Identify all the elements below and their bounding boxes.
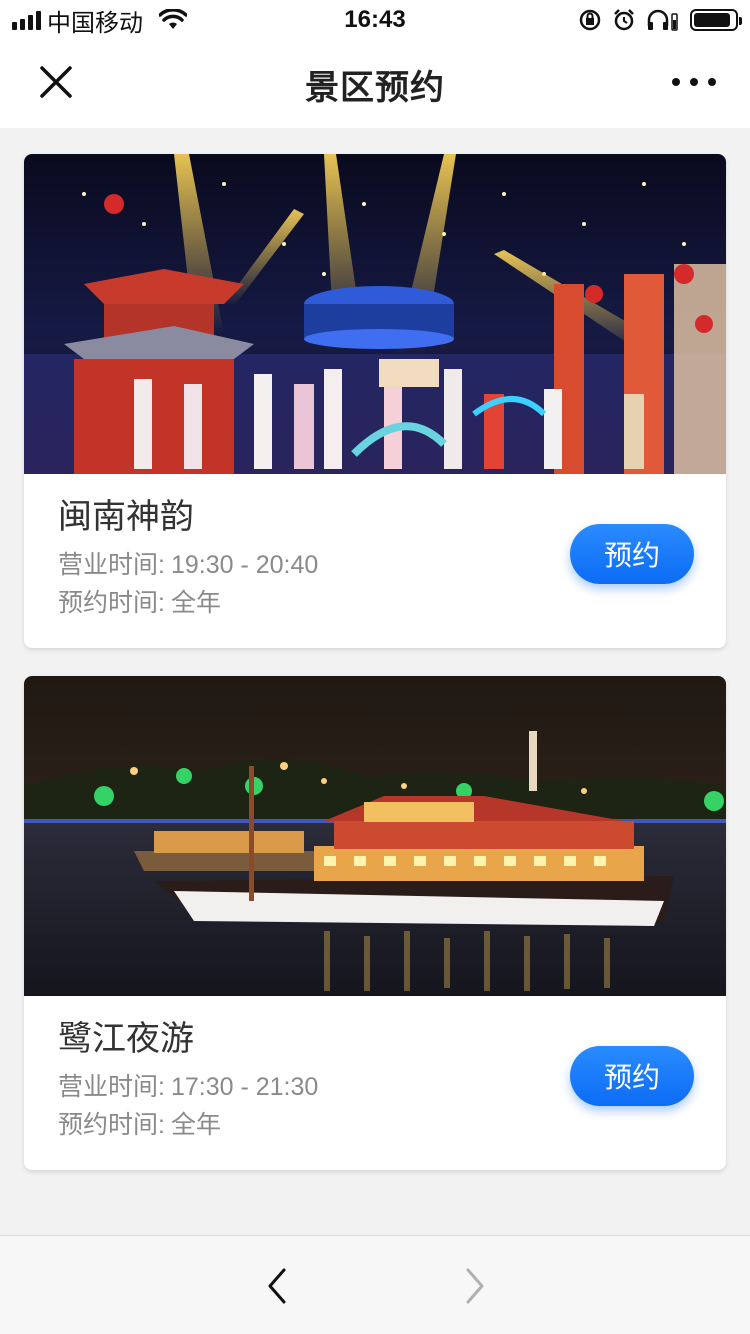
more-icon[interactable] xyxy=(672,62,716,102)
alarm-icon xyxy=(614,9,634,31)
venue-photo-stage-show xyxy=(24,154,726,474)
book-button[interactable]: 预约 xyxy=(570,524,694,584)
carrier-name: 中国移动 xyxy=(47,9,143,37)
booking-period-value: 全年 xyxy=(170,589,221,617)
page-title: 景区预约 xyxy=(305,68,445,107)
venue-list: 闽南神韵 营业时间: 19:30 - 20:40 预约时间: 全年 预约 鹭江夜… xyxy=(24,154,726,1198)
chevron-right-icon[interactable] xyxy=(460,1266,490,1306)
battery-icon xyxy=(690,9,742,31)
venue-photo-night-cruise xyxy=(24,676,726,996)
book-button[interactable]: 预约 xyxy=(570,1046,694,1106)
headphones-icon xyxy=(647,9,678,31)
close-icon[interactable] xyxy=(36,62,76,102)
booking-period: 预约时间: 全年 xyxy=(58,584,726,622)
opening-hours-value: 19:30 - 20:40 xyxy=(170,551,319,579)
status-bar: 中国移动 16:43 xyxy=(0,0,750,40)
booking-period-value: 全年 xyxy=(170,1111,221,1139)
booking-period-label: 预约时间: xyxy=(58,589,165,617)
bottom-toolbar xyxy=(0,1235,750,1334)
opening-hours-label: 营业时间: xyxy=(58,551,165,579)
venue-card: 闽南神韵 营业时间: 19:30 - 20:40 预约时间: 全年 预约 xyxy=(24,154,726,648)
venue-card: 鹭江夜游 营业时间: 17:30 - 21:30 预约时间: 全年 预约 xyxy=(24,676,726,1170)
opening-hours-label: 营业时间: xyxy=(58,1073,165,1101)
rotation-lock-icon xyxy=(579,9,601,31)
booking-period-label: 预约时间: xyxy=(58,1111,165,1139)
chevron-left-icon[interactable] xyxy=(262,1266,292,1306)
navigation-bar: 景区预约 xyxy=(0,40,750,128)
cellular-signal-icon xyxy=(12,10,41,30)
wifi-icon xyxy=(159,9,187,29)
booking-period: 预约时间: 全年 xyxy=(58,1106,726,1144)
opening-hours-value: 17:30 - 21:30 xyxy=(170,1073,319,1101)
